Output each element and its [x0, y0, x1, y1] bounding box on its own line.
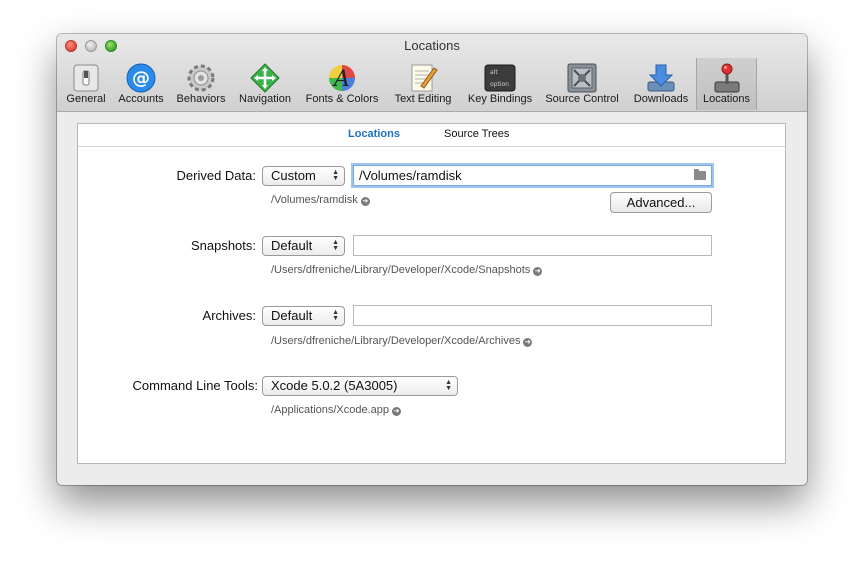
- toolbar-label: Text Editing: [394, 93, 452, 105]
- command-line-tools-popup-value: Xcode 5.0.2 (5A3005): [271, 378, 398, 393]
- svg-text:option: option: [490, 81, 509, 88]
- toolbar-general[interactable]: General: [62, 58, 110, 110]
- archives-resolved-path: /Users/dfreniche/Library/Developer/Xcode…: [271, 335, 533, 347]
- snapshots-popup[interactable]: Default ▲ ▼: [262, 236, 345, 256]
- toolbar-label: Locations: [702, 93, 751, 105]
- reveal-arrow-icon[interactable]: ➜: [360, 197, 370, 206]
- notepad-pencil-icon: [411, 64, 438, 92]
- joystick-icon: [714, 63, 740, 93]
- command-line-tools-label: Command Line Tools:: [132, 378, 259, 393]
- toolbar-text-editing[interactable]: Text Editing: [388, 58, 458, 110]
- svg-text:@: @: [132, 68, 150, 89]
- archives-resolved-path-text: /Users/dfreniche/Library/Developer/Xcode…: [271, 335, 521, 347]
- advanced-button[interactable]: Advanced...: [610, 192, 712, 213]
- derived-data-path-value: /Volumes/ramdisk: [359, 168, 462, 183]
- toolbar-key-bindings[interactable]: alt option Key Bindings: [463, 58, 537, 110]
- reveal-arrow-icon[interactable]: ➜: [392, 407, 402, 416]
- alt-option-keys-icon: alt option: [484, 64, 516, 92]
- navigation-arrows-icon: [250, 63, 280, 93]
- toolbar-label: General: [66, 93, 106, 105]
- popup-arrows-icon: ▲ ▼: [332, 169, 339, 182]
- popup-arrows-icon: ▲ ▼: [332, 239, 339, 252]
- titlebar-toolbar: Locations General @ Accounts Behaviors N…: [57, 34, 807, 112]
- svg-text:A: A: [332, 67, 350, 92]
- toolbar-accounts[interactable]: @ Accounts: [115, 58, 167, 110]
- derived-data-popup[interactable]: Custom ▲ ▼: [262, 166, 345, 186]
- tab-bar: Locations Source Trees: [78, 124, 785, 147]
- archives-label: Archives:: [202, 308, 256, 323]
- toolbar-behaviors[interactable]: Behaviors: [173, 58, 229, 110]
- toolbar-label: Downloads: [633, 93, 689, 105]
- popup-arrows-icon: ▲ ▼: [445, 379, 452, 392]
- toolbar-navigation[interactable]: Navigation: [234, 58, 296, 110]
- tab-source-trees[interactable]: Source Trees: [444, 128, 509, 140]
- svg-text:alt: alt: [490, 69, 498, 76]
- vault-icon: [567, 63, 597, 93]
- archives-popup[interactable]: Default ▲ ▼: [262, 306, 345, 326]
- preferences-window: Locations General @ Accounts Behaviors N…: [57, 34, 807, 485]
- command-line-tools-resolved-path: /Applications/Xcode.app ➜: [271, 404, 402, 416]
- reveal-arrow-icon[interactable]: ➜: [523, 338, 533, 347]
- derived-data-resolved-path: /Volumes/ramdisk ➜: [271, 194, 370, 206]
- toolbar-fonts-colors[interactable]: A Fonts & Colors: [301, 58, 383, 110]
- toolbar-locations[interactable]: Locations: [696, 58, 757, 110]
- toolbar-label: Key Bindings: [467, 93, 533, 105]
- toolbar-label: Navigation: [239, 93, 291, 105]
- popup-arrows-icon: ▲ ▼: [332, 309, 339, 322]
- snapshots-resolved-path-text: /Users/dfreniche/Library/Developer/Xcode…: [271, 264, 531, 276]
- archives-popup-value: Default: [271, 308, 313, 323]
- command-line-tools-resolved-path-text: /Applications/Xcode.app: [271, 404, 390, 416]
- at-sign-icon: @: [126, 63, 156, 93]
- snapshots-resolved-path: /Users/dfreniche/Library/Developer/Xcode…: [271, 264, 543, 276]
- archives-path-field[interactable]: [353, 305, 712, 326]
- locations-panel: Locations Source Trees Derived Data: Cus…: [77, 123, 786, 464]
- toolbar-label: Behaviors: [176, 93, 226, 105]
- toolbar-label: Accounts: [118, 93, 164, 105]
- toolbar-label: Fonts & Colors: [305, 93, 379, 105]
- reveal-arrow-icon[interactable]: ➜: [533, 267, 543, 276]
- snapshots-path-field[interactable]: [353, 235, 712, 256]
- general-switch-icon: [73, 64, 99, 92]
- derived-data-popup-value: Custom: [271, 168, 316, 183]
- derived-data-resolved-path-text: /Volumes/ramdisk: [271, 194, 358, 206]
- font-color-icon: A: [329, 65, 355, 92]
- toolbar-label: Source Control: [545, 93, 619, 105]
- gears-icon: [187, 64, 215, 92]
- folder-icon[interactable]: [694, 169, 706, 180]
- derived-data-path-field[interactable]: /Volumes/ramdisk: [353, 165, 712, 186]
- download-icon: [647, 64, 675, 92]
- toolbar-source-control[interactable]: Source Control: [541, 58, 623, 110]
- command-line-tools-popup[interactable]: Xcode 5.0.2 (5A3005) ▲ ▼: [262, 376, 458, 396]
- derived-data-label: Derived Data:: [176, 168, 256, 183]
- tab-locations[interactable]: Locations: [348, 128, 400, 140]
- snapshots-label: Snapshots:: [190, 238, 256, 253]
- toolbar-downloads[interactable]: Downloads: [628, 58, 694, 110]
- snapshots-popup-value: Default: [271, 238, 313, 253]
- window-title: Locations: [404, 38, 460, 53]
